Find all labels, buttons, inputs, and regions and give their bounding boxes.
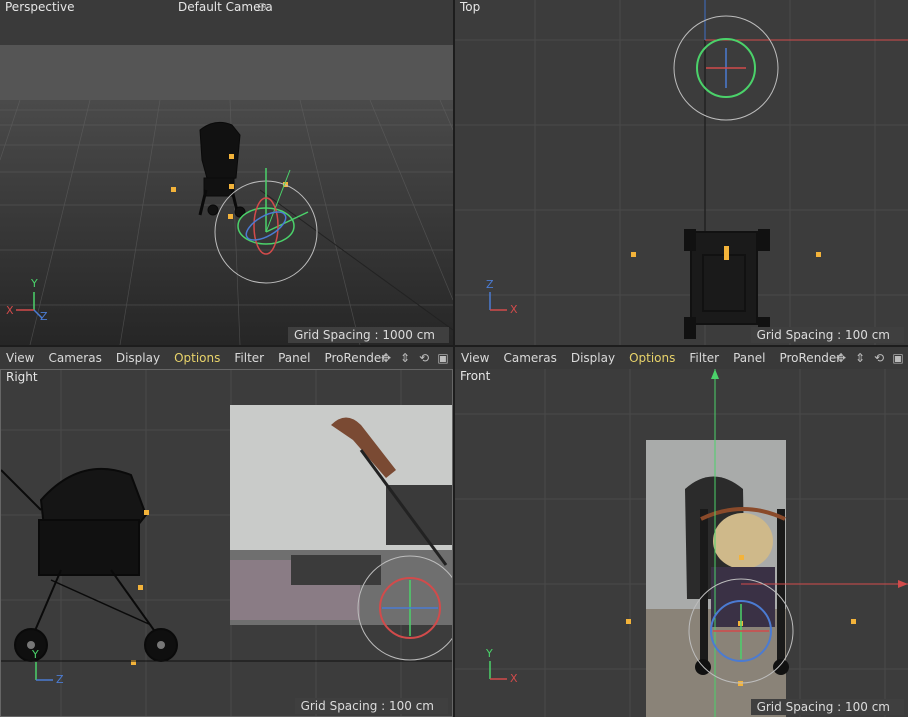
menu-display[interactable]: Display xyxy=(110,351,168,365)
reference-photo-side xyxy=(230,405,452,625)
axis-label-x: X xyxy=(6,304,14,317)
menu-cameras[interactable]: Cameras xyxy=(42,351,109,365)
viewport-top[interactable]: Top Z X Grid Spacing : 100 cm xyxy=(455,0,908,345)
viewport-menubar-front: View Cameras Display Options Filter Pane… xyxy=(455,347,908,369)
menu-cameras[interactable]: Cameras xyxy=(497,351,564,365)
menu-options[interactable]: Options xyxy=(623,351,683,365)
axis-label-y: Y xyxy=(486,647,493,660)
viewport-divider-horizontal[interactable] xyxy=(0,345,908,347)
menu-filter[interactable]: Filter xyxy=(683,351,727,365)
menu-filter[interactable]: Filter xyxy=(228,351,272,365)
viewport-title-perspective[interactable]: Perspective xyxy=(5,0,75,14)
right-scene xyxy=(1,370,452,716)
viewport-right[interactable]: Right Y Z Grid Spacing : 100 cm xyxy=(0,369,453,717)
move-icon[interactable]: ✥ xyxy=(378,350,394,366)
menu-display[interactable]: Display xyxy=(565,351,623,365)
menu-options[interactable]: Options xyxy=(168,351,228,365)
menu-panel[interactable]: Panel xyxy=(727,351,773,365)
axis-label-z: Z xyxy=(486,278,494,291)
front-scene xyxy=(455,369,908,717)
menu-panel[interactable]: Panel xyxy=(272,351,318,365)
maximize-icon[interactable]: ▣ xyxy=(890,350,906,366)
menu-view[interactable]: View xyxy=(455,351,497,365)
stroller-wireframe-side xyxy=(1,467,178,662)
grid-spacing-label: Grid Spacing : 1000 cm xyxy=(287,327,449,343)
viewport-front[interactable]: Front Y X Grid Spacing : 100 cm xyxy=(455,369,908,717)
zoom-icon[interactable]: ⇕ xyxy=(397,350,413,366)
viewport-title-right[interactable]: Right xyxy=(6,370,38,384)
top-scene xyxy=(455,0,908,345)
camera-icon: ⚇ xyxy=(257,1,267,14)
grid-spacing-label: Grid Spacing : 100 cm xyxy=(750,327,904,343)
maximize-icon[interactable]: ▣ xyxy=(435,350,451,366)
viewport-title-front[interactable]: Front xyxy=(460,369,490,383)
axis-label-z: Z xyxy=(40,310,48,323)
viewport-menubar-right: View Cameras Display Options Filter Pane… xyxy=(0,347,453,369)
rotate-icon[interactable]: ⟲ xyxy=(871,350,887,366)
move-icon[interactable]: ✥ xyxy=(833,350,849,366)
grid-spacing-label: Grid Spacing : 100 cm xyxy=(294,698,448,714)
rotate-icon[interactable]: ⟲ xyxy=(416,350,432,366)
perspective-scene xyxy=(0,0,453,345)
viewport-divider-vertical[interactable] xyxy=(453,0,455,717)
grid-spacing-label: Grid Spacing : 100 cm xyxy=(750,699,904,715)
axis-label-x: X xyxy=(510,303,518,316)
menu-view[interactable]: View xyxy=(0,351,42,365)
axis-label-x: X xyxy=(510,672,518,685)
zoom-icon[interactable]: ⇕ xyxy=(852,350,868,366)
viewport-title-top[interactable]: Top xyxy=(460,0,480,14)
axis-label-y: Y xyxy=(32,648,39,661)
axis-label-y: Y xyxy=(31,277,38,290)
viewport-perspective[interactable]: Perspective Default Camera ⚇ Y X Z Grid … xyxy=(0,0,453,345)
axis-label-z: Z xyxy=(56,673,64,686)
